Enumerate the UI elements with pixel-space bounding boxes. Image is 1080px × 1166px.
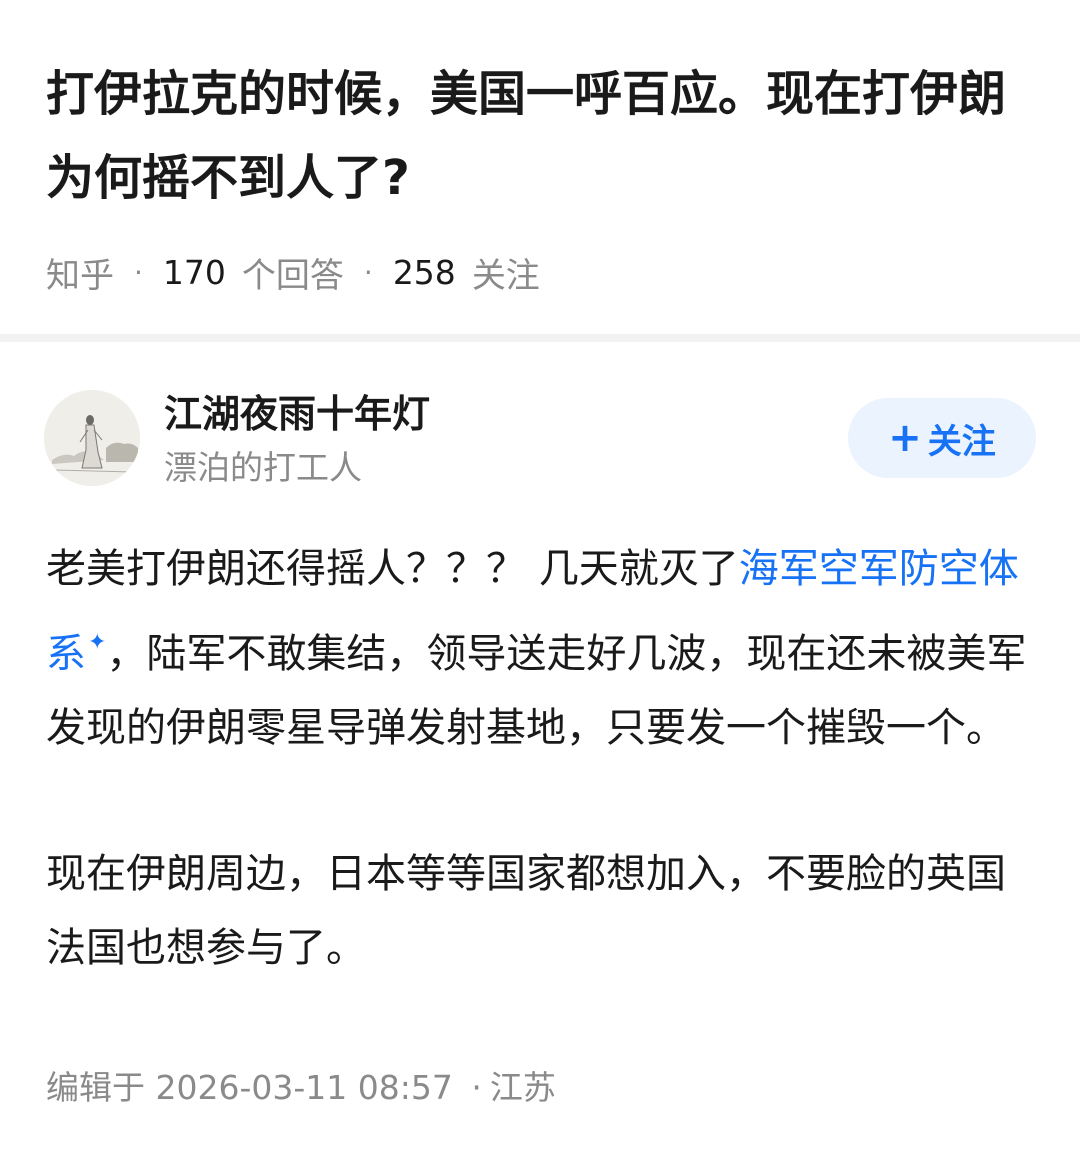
answer-count-unit: 个回答 — [241, 255, 344, 296]
question-title[interactable]: 打伊拉克的时候，美国一呼百应。现在打伊朗为何摇不到人了? — [46, 52, 1036, 220]
question-card: 打伊拉克的时候，美国一呼百应。现在打伊朗为何摇不到人了? 知乎 · 170 个回… — [0, 0, 1080, 334]
answer-card: 江湖夜雨十年灯 漂泊的打工人 + 关注 老美打伊朗还得摇人？？？ 几天就灭了海军… — [0, 342, 1080, 1166]
meta-separator: · — [471, 1068, 482, 1107]
paragraph-text: ，陆军不敢集结，领导送走好几波，现在还未被美军发现的伊朗零星导弹发射基地，只要发… — [46, 631, 1027, 751]
follow-button-label: 关注 — [927, 421, 996, 462]
answer-paragraph: 老美打伊朗还得摇人？？？ 几天就灭了海军空军防空体系✦，陆军不敢集结，领导送走好… — [46, 532, 1036, 765]
question-meta: 知乎 · 170 个回答 · 258 关注 — [46, 248, 540, 296]
meta-separator: · — [363, 255, 373, 289]
answer-body: 老美打伊朗还得摇人？？？ 几天就灭了海军空军防空体系✦，陆军不敢集结，领导送走好… — [46, 532, 1036, 985]
plus-icon: + — [888, 415, 922, 461]
answer-paragraph: 现在伊朗周边，日本等等国家都想加入，不要脸的英国法国也想参与了。 — [46, 851, 1006, 971]
follow-count: 258 — [392, 252, 456, 292]
edit-info: 编辑于 2026-03-11 08:57 · 江苏 — [46, 1064, 556, 1112]
paragraph-text: 老美打伊朗还得摇人？？？ 几天就灭了 — [46, 546, 739, 592]
avatar-image — [44, 390, 140, 486]
location: 江苏 — [489, 1068, 556, 1107]
sparkle-icon: ✦ — [88, 630, 107, 655]
edit-label: 编辑于 — [46, 1068, 145, 1107]
answer-count: 170 — [162, 252, 226, 292]
follow-button[interactable]: + 关注 — [848, 398, 1036, 478]
follow-count-unit: 关注 — [471, 255, 540, 296]
edit-time: 2026-03-11 08:57 — [155, 1068, 453, 1107]
avatar[interactable] — [44, 390, 140, 486]
source-label: 知乎 — [46, 255, 114, 296]
author-bio: 漂泊的打工人 — [164, 448, 362, 487]
meta-separator: · — [134, 255, 143, 289]
author-name[interactable]: 江湖夜雨十年灯 — [164, 390, 430, 438]
